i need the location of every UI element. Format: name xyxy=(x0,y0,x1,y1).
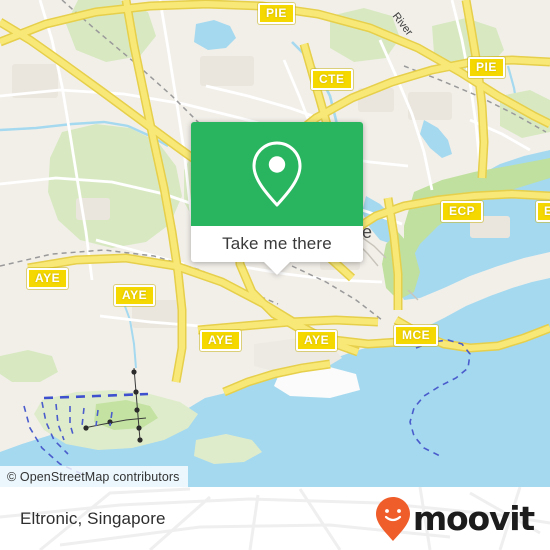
moovit-wordmark: moovit xyxy=(412,499,535,538)
moovit-pin-smiley-icon xyxy=(375,496,410,541)
callout-icon-panel xyxy=(191,122,363,226)
road-shield: MCE xyxy=(394,325,439,346)
road-shield: ECP xyxy=(536,201,550,222)
road-shield-label: AYE xyxy=(35,271,61,285)
road-shield-label: ECP xyxy=(449,204,476,218)
place-name-label: Eltronic, Singapore xyxy=(20,508,166,528)
road-shield: PIE xyxy=(258,3,295,24)
osm-attribution[interactable]: © OpenStreetMap contributors xyxy=(0,466,188,487)
road-shield-label: AYE xyxy=(122,288,148,302)
road-shield-label: ECP xyxy=(544,204,550,218)
road-shield-label: AYE xyxy=(208,333,234,347)
road-shield-label: PIE xyxy=(266,6,287,20)
callout-action-bar[interactable]: Take me there xyxy=(191,226,363,275)
callout-pointer-tail xyxy=(264,262,290,275)
road-shield-label: CTE xyxy=(319,72,345,86)
road-shield: ECP xyxy=(441,201,484,222)
road-shield-label: MCE xyxy=(402,328,431,342)
map-pin-icon xyxy=(252,141,302,207)
road-shield: PIE xyxy=(468,57,505,78)
road-shield: CTE xyxy=(311,69,353,90)
moovit-map-page: River e PIEPIECTEECPECPAYEAYEAYEAYEMCE ©… xyxy=(0,0,550,550)
road-shield: AYE xyxy=(200,330,242,351)
take-me-there-callout[interactable]: Take me there xyxy=(191,122,363,275)
map-label-partial: e xyxy=(362,222,372,242)
moovit-logo[interactable]: moovit xyxy=(375,487,535,550)
footer-bar: Eltronic, Singapore moovit xyxy=(0,487,550,550)
road-shield: AYE xyxy=(114,285,156,306)
road-shield: AYE xyxy=(27,268,69,289)
road-shield-label: AYE xyxy=(304,333,330,347)
take-me-there-label: Take me there xyxy=(222,234,332,253)
road-shield: AYE xyxy=(296,330,338,351)
road-shield-label: PIE xyxy=(476,60,497,74)
